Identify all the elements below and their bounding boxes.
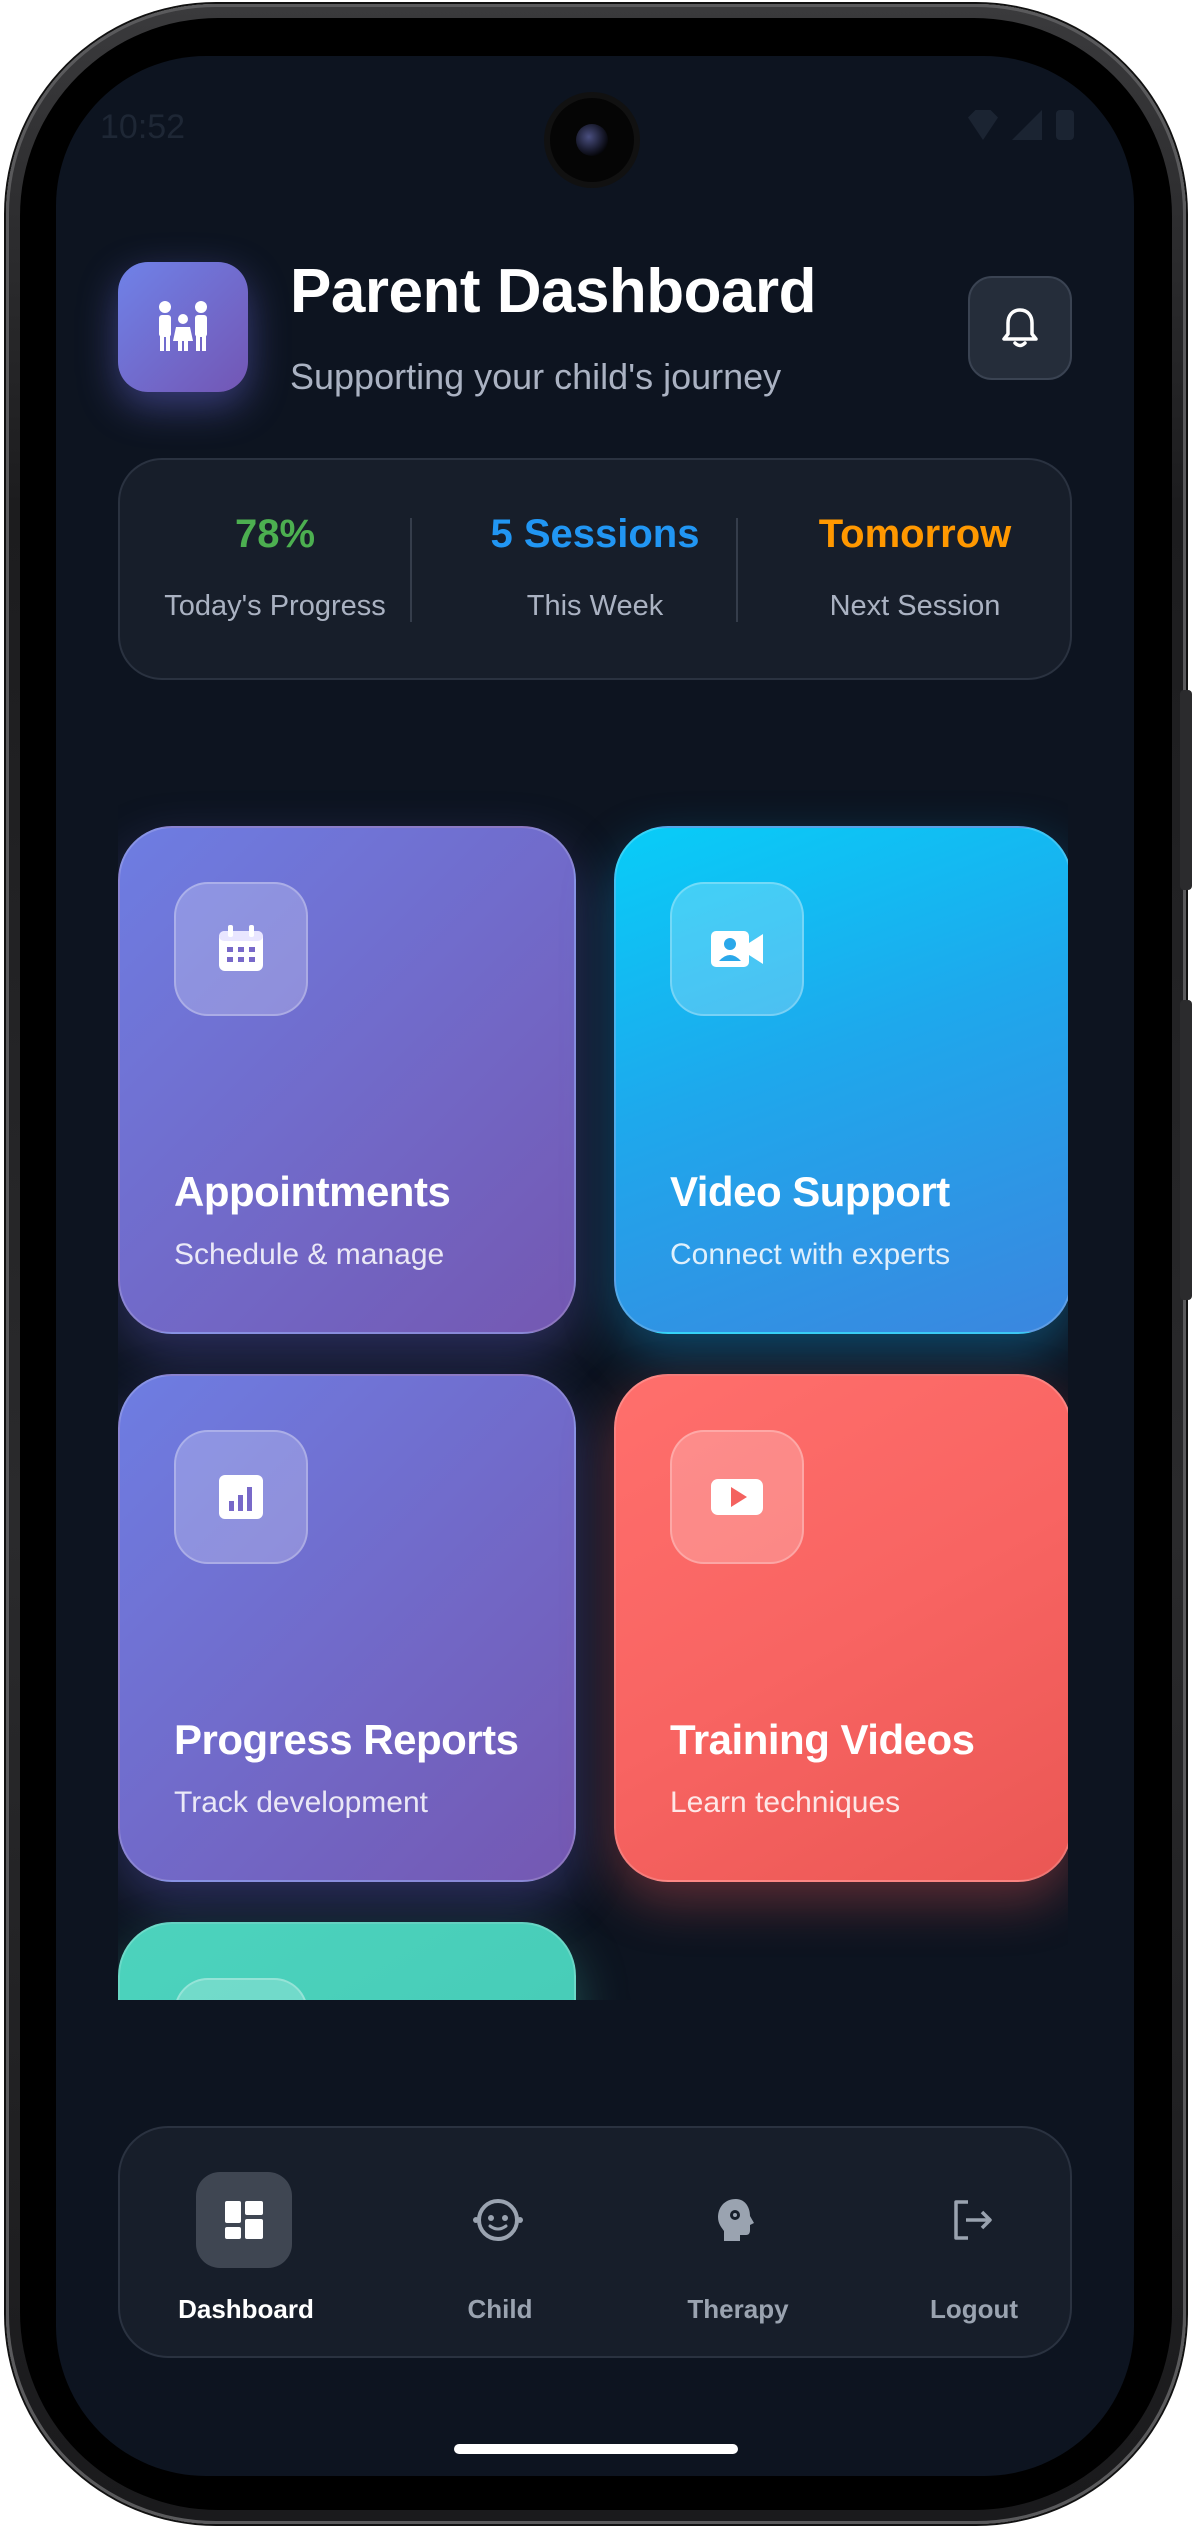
- stat-value: Tomorrow: [818, 512, 1012, 556]
- card-title: Progress Reports: [174, 1716, 519, 1763]
- feature-grid: Appointments Schedule & manage Video Sup…: [118, 770, 1068, 2000]
- nav-label: Logout: [929, 2294, 1019, 2324]
- nav-dashboard[interactable]: Dashboard: [146, 2128, 346, 2356]
- card-progress-reports[interactable]: Progress Reports Track development: [118, 1374, 576, 1882]
- screen: 10:52 Parent Dashboard Supporting your c…: [56, 56, 1134, 2476]
- page-title: Parent Dashboard: [290, 257, 817, 326]
- child-face-icon: [450, 2172, 546, 2268]
- therapy-head-icon: [688, 2172, 784, 2268]
- stats-panel: 78% Today's Progress 5 Sessions This Wee…: [118, 458, 1072, 680]
- book-icon: [174, 1978, 308, 2000]
- card-subtitle: Track development: [174, 1786, 429, 1819]
- bell-icon: [1002, 308, 1038, 348]
- chart-icon: [174, 1430, 308, 1564]
- calendar-icon: [174, 882, 308, 1016]
- nav-logout[interactable]: Logout: [874, 2128, 1074, 2356]
- stat-label: Next Session: [829, 590, 1001, 622]
- nav-label: Dashboard: [178, 2294, 314, 2324]
- logout-icon: [924, 2172, 1020, 2268]
- stat-label: This Week: [526, 590, 664, 622]
- status-time: 10:52: [100, 108, 186, 146]
- divider: [410, 518, 412, 622]
- nav-label: Therapy: [687, 2294, 789, 2324]
- dashboard-icon: [196, 2172, 292, 2268]
- stat-value: 5 Sessions: [490, 512, 700, 556]
- wifi-icon: [968, 110, 998, 140]
- notification-button[interactable]: [968, 276, 1072, 380]
- play-icon: [670, 1430, 804, 1564]
- volume-button: [1180, 690, 1192, 890]
- battery-icon: [1056, 110, 1074, 140]
- bottom-navigation: Dashboard Child Therapy Logout: [118, 2126, 1072, 2358]
- stat-sessions: 5 Sessions This Week: [454, 460, 736, 678]
- card-training-videos[interactable]: Training Videos Learn techniques: [614, 1374, 1068, 1882]
- card-subtitle: Connect with experts: [670, 1238, 951, 1271]
- card-appointments[interactable]: Appointments Schedule & manage: [118, 826, 576, 1334]
- stat-value: 78%: [234, 512, 316, 556]
- divider: [736, 518, 738, 622]
- card-title: Training Videos: [670, 1716, 975, 1763]
- stat-label: Today's Progress: [164, 590, 386, 622]
- front-camera: [550, 98, 634, 182]
- card-video-support[interactable]: Video Support Connect with experts: [614, 826, 1068, 1334]
- power-button: [1180, 1000, 1192, 1300]
- family-icon: [118, 262, 248, 392]
- nav-therapy[interactable]: Therapy: [638, 2128, 838, 2356]
- nav-child[interactable]: Child: [400, 2128, 600, 2356]
- card-title: Appointments: [174, 1168, 451, 1215]
- card-title: Video Support: [670, 1168, 950, 1215]
- status-icons: [968, 110, 1074, 140]
- nav-label: Child: [467, 2294, 533, 2324]
- cellular-icon: [1012, 110, 1042, 140]
- status-bar: 10:52: [56, 56, 1134, 196]
- card-subtitle: Learn techniques: [670, 1786, 901, 1819]
- stat-progress: 78% Today's Progress: [134, 460, 416, 678]
- home-indicator[interactable]: [454, 2444, 738, 2454]
- card-subtitle: Schedule & manage: [174, 1238, 445, 1271]
- page-subtitle: Supporting your child's journey: [290, 356, 782, 397]
- card-resources[interactable]: [118, 1922, 576, 2000]
- stat-next-session: Tomorrow Next Session: [774, 460, 1056, 678]
- video-call-icon: [670, 882, 804, 1016]
